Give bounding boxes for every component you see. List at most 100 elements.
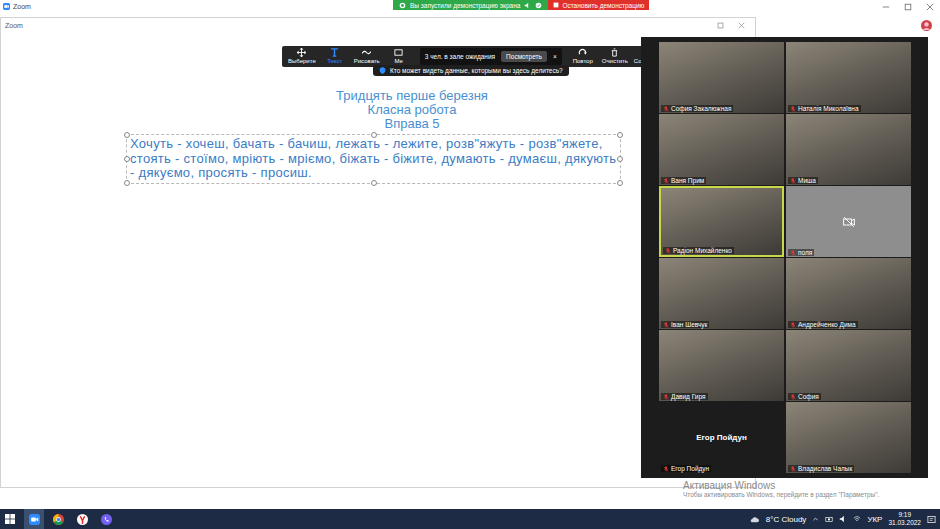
resize-handle[interactable] xyxy=(371,132,377,138)
activation-watermark: Активация WindowsЧтобы активировать Wind… xyxy=(683,480,879,498)
participant-tile[interactable]: Радіон Михайленко xyxy=(659,186,784,257)
tool-label[interactable]: Текст xyxy=(327,58,342,65)
mic-muted-icon xyxy=(663,178,669,184)
zoom-app-icon xyxy=(29,514,40,525)
stop-share-button[interactable]: Остановить демонстрацию xyxy=(548,0,649,10)
participant-tile[interactable]: София xyxy=(786,330,911,401)
resize-handle[interactable] xyxy=(371,180,377,186)
cloud-icon xyxy=(749,515,760,524)
participant-name-large: Егор Пойдун xyxy=(696,433,747,442)
volume-icon xyxy=(839,515,847,523)
taskbar-app[interactable] xyxy=(48,509,68,529)
participant-tile[interactable]: Наталія Миколаївна xyxy=(786,42,911,113)
heading-line: Тридцять перше березня xyxy=(181,89,643,103)
window-controls xyxy=(882,3,940,11)
window-title: Zoom xyxy=(13,3,31,10)
start-button[interactable] xyxy=(0,509,20,529)
participant-tile[interactable]: Ваня Прим xyxy=(659,114,784,185)
watermark-hint: Чтобы активировать Windows, перейдите в … xyxy=(683,491,879,498)
participant-name: Владислав Чалык xyxy=(798,465,852,472)
resize-handle[interactable] xyxy=(617,180,623,186)
date: 31.03.2022 xyxy=(888,519,921,527)
redo-icon xyxy=(578,48,587,57)
tray-expand-icon xyxy=(812,516,819,523)
participant-label: поля xyxy=(788,249,814,256)
close-icon xyxy=(738,22,745,29)
text-icon xyxy=(330,48,339,57)
participant-name: Миша xyxy=(798,177,816,184)
maximize-icon xyxy=(904,3,912,11)
participant-name: Іван Шевчук xyxy=(671,321,707,328)
participant-label: София xyxy=(788,393,821,400)
participant-tile[interactable]: Владислав Чалык xyxy=(786,402,911,473)
resize-handle[interactable] xyxy=(617,132,623,138)
share-status: Вы запустили демонстрацию экрана xyxy=(393,0,548,10)
notifications-icon xyxy=(927,515,936,524)
participant-label: Давид Гиря xyxy=(661,393,708,400)
participant-tile[interactable]: Андрейченко Дима xyxy=(786,258,911,329)
text-box[interactable]: Хочуть - хочеш, бачать - бачиш, лежать -… xyxy=(126,134,621,184)
privacy-hint[interactable]: Кто может видеть данные, которыми вы зде… xyxy=(373,65,569,76)
mic-muted-icon xyxy=(790,178,796,184)
tool-label[interactable]: Выберите xyxy=(288,58,316,65)
participant-tile[interactable]: Іван Шевчук xyxy=(659,258,784,329)
tool-label[interactable]: Ме xyxy=(395,58,403,65)
mic-muted-icon xyxy=(790,106,796,112)
participant-grid: София Закалюжная Наталія Миколаївна Ваня П… xyxy=(641,37,928,473)
profile-avatar[interactable] xyxy=(921,17,932,35)
participant-tile[interactable]: Давид Гиря xyxy=(659,330,784,401)
select-tool[interactable]: Выберите xyxy=(286,48,318,65)
participant-label: София Закалюжная xyxy=(661,105,733,112)
participant-name: Радіон Михайленко xyxy=(673,247,732,254)
close-icon xyxy=(926,3,934,11)
participant-tile[interactable]: поля xyxy=(786,186,911,257)
mic-muted-icon xyxy=(663,322,669,328)
webcam-icon xyxy=(825,515,833,523)
draw-tool[interactable]: Рисовать xyxy=(352,48,382,65)
heading: Тридцять перше березняКласна роботаВправ… xyxy=(181,89,643,131)
mic-muted-icon xyxy=(790,322,796,328)
draw-icon xyxy=(362,48,371,57)
mic-muted-icon xyxy=(790,466,796,472)
waiting-room-popup: 3 чел. в зале ожиданияПосмотреть× xyxy=(420,48,562,65)
heading-line: Вправа 5 xyxy=(181,117,643,131)
text-tool[interactable]: Текст xyxy=(320,48,350,65)
resize-handle[interactable] xyxy=(617,156,623,162)
stop-share-label[interactable]: Остановить демонстрацию xyxy=(562,2,644,9)
taskbar-app[interactable] xyxy=(24,509,44,529)
participant-label: Андрейченко Дима xyxy=(788,321,858,328)
input-language[interactable]: УКР xyxy=(867,515,882,524)
taskbar-app[interactable] xyxy=(72,509,92,529)
participant-tile[interactable]: Егор Пойдун Егор Пойдун xyxy=(659,402,784,473)
redo-tool[interactable]: Повтор xyxy=(568,48,598,65)
chrome-app-icon xyxy=(53,514,64,525)
participant-label: Миша xyxy=(788,177,818,184)
participant-name: Ваня Прим xyxy=(671,177,704,184)
clear-tool[interactable]: Очистить xyxy=(600,48,630,65)
tool-label[interactable]: Рисовать xyxy=(354,58,380,65)
clock[interactable]: 9:1931.03.2022 xyxy=(888,511,921,527)
shield-icon xyxy=(379,67,386,74)
participant-tile[interactable]: София Закалюжная xyxy=(659,42,784,113)
taskbar-app[interactable] xyxy=(96,509,116,529)
close-popup-button[interactable]: × xyxy=(553,53,557,60)
whiteboard-titlebar: Zoom xyxy=(1,18,755,33)
resize-handle[interactable] xyxy=(124,156,130,162)
tool-label[interactable]: Повтор xyxy=(573,58,593,65)
participant-label: Ваня Прим xyxy=(661,177,706,184)
privacy-hint-text[interactable]: Кто может видеть данные, которыми вы зде… xyxy=(390,67,563,74)
minimize-icon xyxy=(882,3,890,11)
clear-icon xyxy=(610,48,619,57)
participant-tile[interactable]: Миша xyxy=(786,114,911,185)
participant-name: Наталія Миколаївна xyxy=(798,105,859,112)
view-button[interactable]: Посмотреть xyxy=(501,51,547,62)
resize-handle[interactable] xyxy=(124,132,130,138)
mic-muted-icon xyxy=(790,250,796,256)
resize-handle[interactable] xyxy=(124,180,130,186)
tool-label[interactable]: Очистить xyxy=(602,58,628,65)
camera-off-icon xyxy=(843,216,855,228)
participant-label: Егор Пойдун xyxy=(661,465,711,472)
shield-icon xyxy=(535,2,542,9)
stamp-tool[interactable]: Ме xyxy=(384,48,414,65)
exercise-text[interactable]: Хочуть - хочеш, бачать - бачиш, лежать -… xyxy=(130,136,616,180)
